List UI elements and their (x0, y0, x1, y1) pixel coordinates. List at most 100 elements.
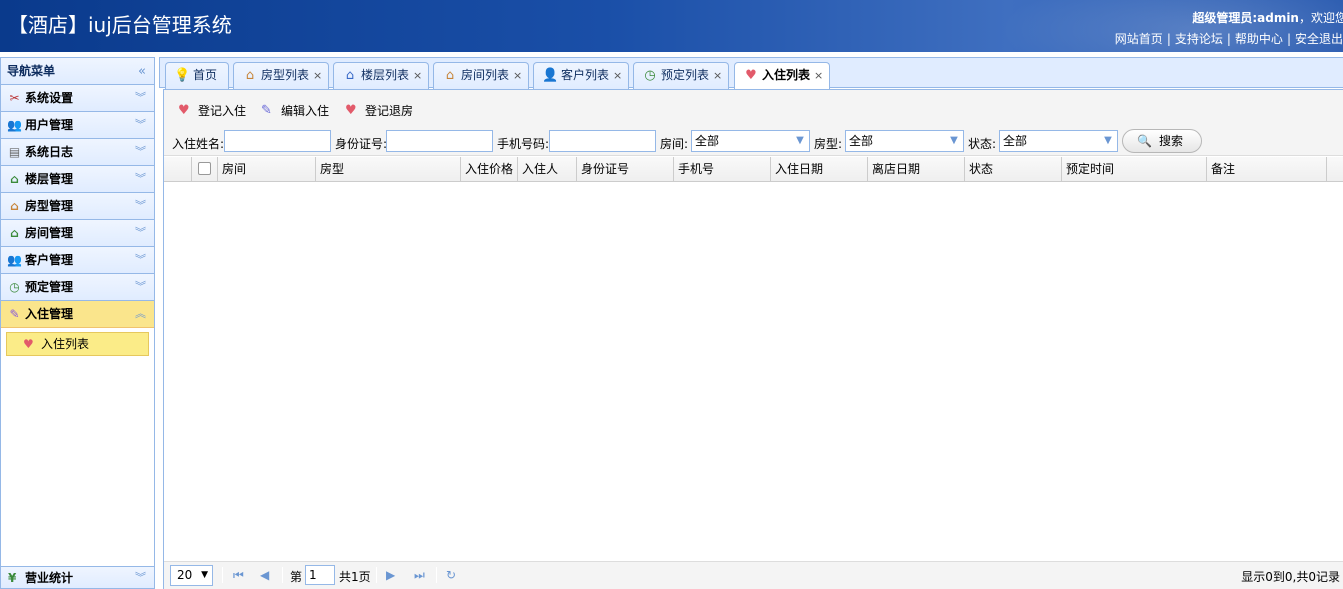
sidebar-item-user-management[interactable]: 👥 用户管理 ︾ (1, 112, 154, 139)
tab-roomtype-list[interactable]: ⌂ 房型列表 × (233, 62, 329, 89)
room-label: 房间: (660, 137, 689, 151)
chevron-down-icon[interactable]: ▼ (791, 131, 809, 151)
chevron-down-icon: ︾ (135, 199, 146, 212)
chevron-down-icon: ︾ (135, 145, 146, 158)
heart-icon: ♥ (23, 337, 34, 351)
link-forum[interactable]: 支持论坛 (1175, 32, 1223, 46)
column-header[interactable]: 入住人 (518, 157, 577, 181)
link-site-home[interactable]: 网站首页 (1115, 32, 1163, 46)
collapse-sidebar-icon[interactable]: « (138, 58, 146, 85)
tab-checkin-list[interactable]: ♥ 入住列表 × (734, 62, 830, 90)
house-icon: ⌂ (245, 68, 255, 83)
bulb-icon: 💡 (174, 68, 191, 83)
header-links: 网站首页 | 支持论坛 | 帮助中心 | 安全退出 (1114, 32, 1343, 46)
sidebar-item-roomtype-management[interactable]: ⌂ 房型管理 ︾ (1, 193, 154, 220)
search-button[interactable]: 🔍 搜索 (1122, 129, 1202, 153)
column-header[interactable]: 手机号 (674, 157, 771, 181)
edit-checkin-button[interactable]: ✎ 编辑入住 (261, 100, 329, 122)
sidebar-item-label: 系统设置 (25, 91, 74, 105)
select-all-checkbox[interactable] (192, 157, 218, 181)
status-label: 状态: (968, 137, 997, 151)
column-header[interactable]: 入住价格 (461, 157, 518, 181)
link-logout[interactable]: 安全退出 (1295, 32, 1343, 46)
tab-close-icon[interactable]: × (513, 69, 522, 82)
mobile-label: 手机号码: (497, 137, 550, 151)
tab-label: 预定列表 (661, 68, 710, 82)
sidebar-item-label: 楼层管理 (25, 172, 74, 186)
roomtype-select[interactable]: 全部 ▼ (845, 130, 964, 152)
first-page-icon[interactable]: ⏮ (233, 567, 244, 583)
link-help[interactable]: 帮助中心 (1235, 32, 1283, 46)
mobile-input[interactable] (549, 130, 656, 152)
search-row: 入住姓名: 身份证号: 手机号码: 房间: 全部 ▼ 房型: 全部 ▼ 状态: 全部… (164, 129, 1343, 154)
chevron-down-icon[interactable]: ▼ (1099, 131, 1117, 151)
sidebar-item-system-settings[interactable]: ✂ 系统设置 ︾ (1, 85, 154, 112)
sidebar-item-label: 房间管理 (25, 226, 74, 240)
house-icon: ⌂ (445, 68, 455, 83)
roomtype-select-value: 全部 (849, 134, 874, 148)
sidebar-item-system-log[interactable]: ▤ 系统日志 ︾ (1, 139, 154, 166)
last-page-icon[interactable]: ⏭ (414, 567, 425, 583)
sidebar-item-business-stats[interactable]: ¥ 营业统计 ︾ (1, 566, 154, 588)
prev-page-icon[interactable]: ◀ (260, 567, 269, 583)
column-header[interactable]: 预定时间 (1062, 157, 1207, 181)
tab-close-icon[interactable]: × (613, 69, 622, 82)
tab-close-icon[interactable]: × (413, 69, 422, 82)
sidebar-item-floor-management[interactable]: ⌂ 楼层管理 ︾ (1, 166, 154, 193)
sidebar-item-checkin-management[interactable]: ✎ 入住管理 ︽ (1, 301, 154, 328)
chevron-down-icon: ︾ (135, 253, 146, 266)
page-size-select[interactable]: 20 ▼ (170, 565, 213, 586)
tab-floor-list[interactable]: ⌂ 楼层列表 × (333, 62, 429, 89)
tab-customer-list[interactable]: 👤 客户列表 × (533, 62, 629, 89)
tab-reservation-list[interactable]: ◷ 预定列表 × (633, 62, 729, 89)
tab-room-list[interactable]: ⌂ 房间列表 × (433, 62, 529, 89)
pager-divider (376, 567, 377, 583)
house-icon: ⌂ (10, 199, 19, 213)
pager-info: 显示0到0,共0记录 (1241, 570, 1340, 584)
grid-body (164, 182, 1343, 559)
column-header[interactable]: 入住日期 (771, 157, 868, 181)
tab-close-icon[interactable]: × (814, 69, 823, 82)
next-page-icon[interactable]: ▶ (386, 567, 395, 583)
chevron-down-icon[interactable]: ▼ (945, 131, 963, 151)
idcard-input[interactable] (386, 130, 493, 152)
row-number-header (164, 157, 192, 181)
column-header[interactable]: 离店日期 (868, 157, 965, 181)
sidebar-item-label: 入住管理 (25, 307, 74, 321)
column-header[interactable]: 房型 (316, 157, 461, 181)
tab-label: 入住列表 (762, 68, 811, 82)
name-input[interactable] (224, 130, 331, 152)
column-header[interactable]: 房间 (218, 157, 316, 181)
add-checkin-button[interactable]: ♥ 登记入住 (178, 100, 246, 122)
house-icon: ⌂ (10, 172, 19, 186)
column-header[interactable]: 状态 (965, 157, 1062, 181)
page-number-input[interactable]: 1 (305, 565, 335, 585)
button-label: 搜索 (1159, 134, 1184, 148)
column-header[interactable]: 备注 (1207, 157, 1327, 181)
checkout-button[interactable]: ♥ 登记退房 (345, 100, 413, 122)
chevron-down-icon: ▼ (201, 570, 208, 580)
users-icon: 👥 (7, 118, 22, 132)
pager-divider (222, 567, 223, 583)
chevron-down-icon: ︾ (135, 118, 146, 131)
sidebar-item-room-management[interactable]: ⌂ 房间管理 ︾ (1, 220, 154, 247)
status-select-value: 全部 (1003, 134, 1028, 148)
tab-close-icon[interactable]: × (713, 69, 722, 82)
button-label: 编辑入住 (281, 104, 330, 118)
refresh-icon[interactable]: ↻ (446, 567, 456, 583)
sidebar-subitem-checkin-list[interactable]: ♥ 入住列表 (6, 332, 149, 356)
sidebar-item-reservation-management[interactable]: ◷ 预定管理 ︾ (1, 274, 154, 301)
sidebar-item-customer-management[interactable]: 👥 客户管理 ︾ (1, 247, 154, 274)
tab-label: 房间列表 (461, 68, 510, 82)
welcome-text: 超级管理员:admin，欢迎您 (1192, 9, 1343, 26)
tab-home[interactable]: 💡 首页 (165, 62, 229, 89)
column-header[interactable]: 身份证号 (577, 157, 674, 181)
status-select[interactable]: 全部 ▼ (999, 130, 1118, 152)
customers-icon: 👥 (7, 253, 22, 267)
room-select[interactable]: 全部 ▼ (691, 130, 810, 152)
heart-icon: ♥ (745, 68, 757, 83)
tab-close-icon[interactable]: × (313, 69, 322, 82)
person-icon: 👤 (542, 68, 559, 83)
chevron-down-icon: ︾ (135, 172, 146, 185)
sidebar-title: 导航菜单 (7, 64, 56, 78)
